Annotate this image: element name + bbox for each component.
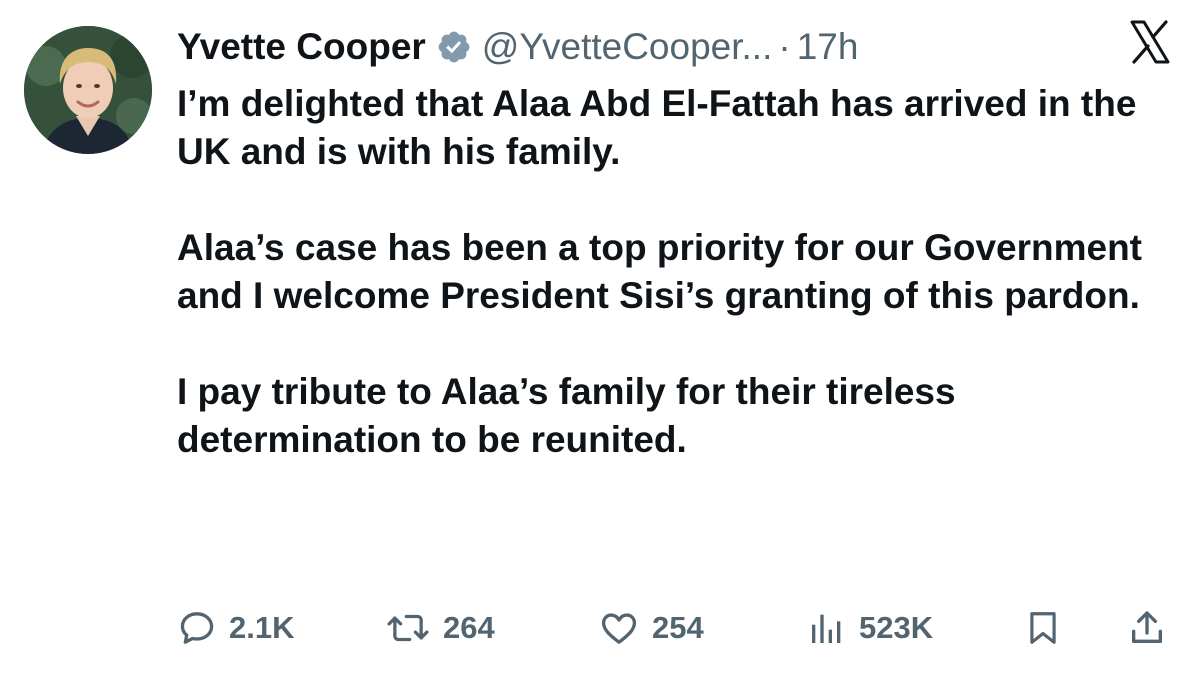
tweet-paragraph: I’m delighted that Alaa Abd El-Fattah ha… [177,83,1137,172]
tweet-card: Yvette Cooper @YvetteCooper... · 17h I’m… [0,0,1200,678]
bar-chart-icon [812,614,841,643]
bookmark-icon [1030,612,1056,644]
author-name[interactable]: Yvette Cooper [177,26,426,68]
author-handle[interactable]: @YvetteCooper... [482,26,773,68]
tweet-header: Yvette Cooper @YvetteCooper... · 17h [177,22,858,72]
repost-arrows-icon [387,614,429,642]
verified-badge-icon[interactable] [436,29,472,65]
share-button[interactable] [1127,604,1179,652]
reply-button[interactable]: 2.1K [177,604,294,652]
repost-button[interactable]: 264 [385,604,495,652]
heart-icon [601,613,637,644]
views-count: 523K [859,610,934,645]
x-logo-icon[interactable] [1130,20,1170,64]
share-upload-icon [1132,611,1162,643]
repost-count: 264 [443,610,495,645]
tweet-action-bar: 2.1K 264 254 523K [177,604,1172,652]
separator-dot: · [778,26,791,67]
tweet-paragraph: Alaa’s case has been a top priority for … [177,227,1142,316]
bookmark-button[interactable] [1024,604,1074,652]
reply-count: 2.1K [229,610,295,645]
like-button[interactable]: 254 [598,604,704,652]
comment-bubble-icon [180,612,214,644]
views-button[interactable]: 523K [807,604,933,652]
tweet-text: I’m delighted that Alaa Abd El-Fattah ha… [177,80,1167,464]
tweet-timestamp[interactable]: 17h [797,26,859,68]
tweet-paragraph: I pay tribute to Alaa’s family for their… [177,371,956,460]
avatar[interactable] [24,26,152,154]
like-count: 254 [652,610,704,645]
